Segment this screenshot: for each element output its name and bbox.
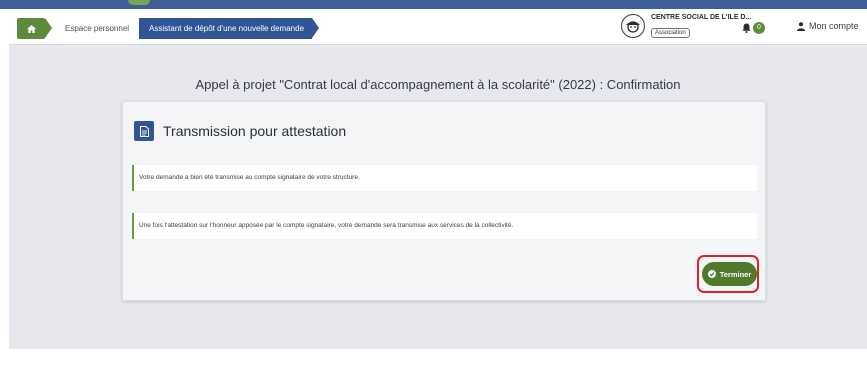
organization-switcher[interactable]: CENTRE SOCIAL DE L'ILE D... Association <box>621 12 751 44</box>
card-header: Transmission pour attestation <box>134 121 346 141</box>
top-strip <box>0 0 867 9</box>
user-icon <box>797 21 805 31</box>
breadcrumb: Espace personnel Assistant de dépôt d'un… <box>17 18 320 39</box>
message-transmitted: Votre demande a bien été transmise au co… <box>132 165 757 191</box>
finish-button-label: Terminer <box>719 269 752 279</box>
page-title: Appel à projet "Contrat local d'accompag… <box>195 77 681 92</box>
organization-name: CENTRE SOCIAL DE L'ILE D... <box>651 14 752 21</box>
account-label: Mon compte <box>809 21 859 31</box>
organization-logo <box>621 14 645 38</box>
notification-count: 0 <box>753 22 765 34</box>
breadcrumb-home[interactable] <box>17 18 52 39</box>
header-bar: Espace personnel Assistant de dépôt d'un… <box>9 9 867 45</box>
left-edge <box>0 9 9 377</box>
confirmation-card: Transmission pour attestation Votre dema… <box>122 101 766 301</box>
document-icon <box>134 121 154 141</box>
message-next-steps: Une fois l'attestation sur l'honneur app… <box>132 213 757 239</box>
account-menu[interactable]: Mon compte <box>797 21 859 31</box>
breadcrumb-current: Assistant de dépôt d'une nouvelle demand… <box>139 18 320 39</box>
brand-accent <box>128 0 150 5</box>
home-icon <box>26 24 36 33</box>
bottom-edge <box>9 349 867 377</box>
check-circle-icon <box>707 270 716 278</box>
breadcrumb-personal-space[interactable]: Espace personnel <box>45 18 139 39</box>
finish-button[interactable]: Terminer <box>702 262 757 286</box>
notifications[interactable]: 0 <box>742 22 765 34</box>
card-title: Transmission pour attestation <box>163 123 347 139</box>
bell-icon <box>742 23 751 33</box>
app-window: Espace personnel Assistant de dépôt d'un… <box>9 9 867 377</box>
organization-type-badge: Association <box>651 28 690 38</box>
